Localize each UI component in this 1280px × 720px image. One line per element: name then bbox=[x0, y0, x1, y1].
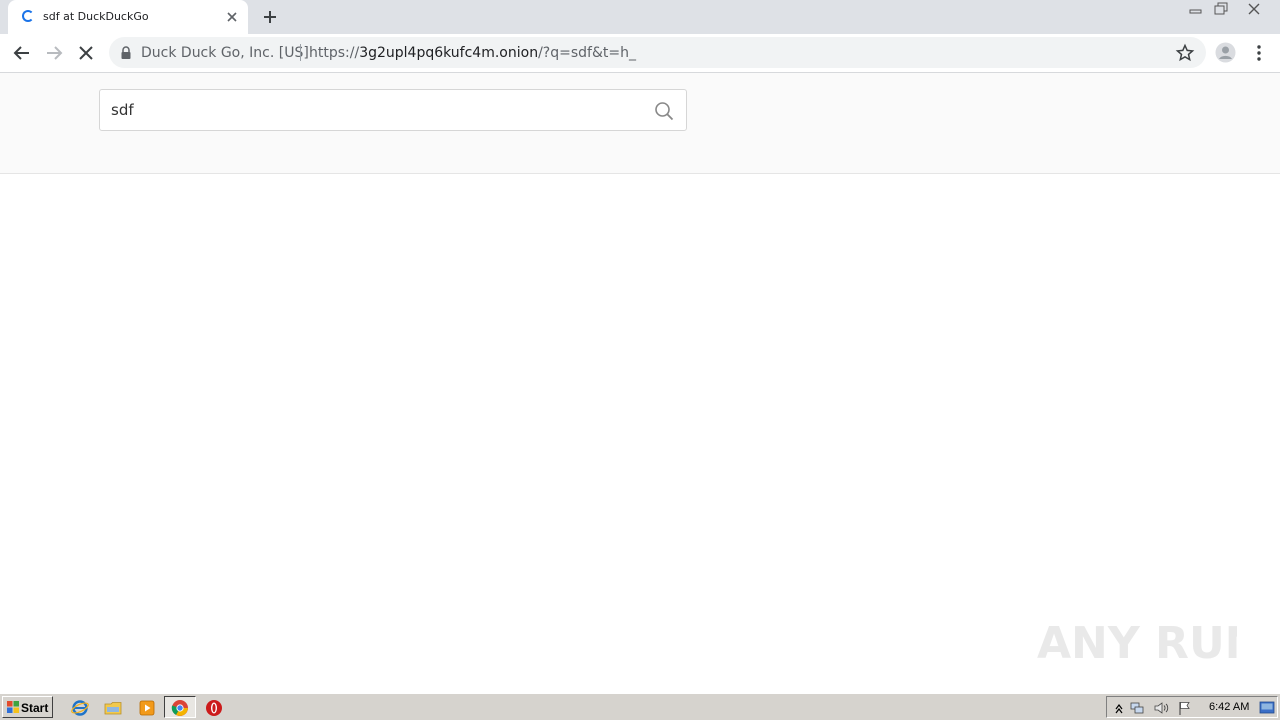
browser-toolbar: Duck Duck Go, Inc. [US] https://3g2upl4p… bbox=[0, 34, 1280, 73]
chrome-icon[interactable] bbox=[171, 699, 189, 717]
loading-spinner-icon bbox=[22, 10, 34, 22]
windows-taskbar: Start 6:42 AM bbox=[0, 693, 1280, 720]
close-tab-icon[interactable] bbox=[223, 8, 241, 26]
search-form[interactable] bbox=[99, 89, 687, 131]
bookmark-star-icon[interactable] bbox=[1175, 43, 1195, 63]
windows-flag-icon bbox=[7, 701, 19, 713]
forward-arrow-icon[interactable] bbox=[43, 42, 65, 64]
site-identity[interactable]: Duck Duck Go, Inc. [US] bbox=[141, 45, 309, 61]
show-hidden-icons-icon[interactable] bbox=[1111, 700, 1127, 716]
minimize-icon[interactable] bbox=[1184, 1, 1208, 17]
url-text[interactable]: https://3g2upl4pq6kufc4m.onion/?q=sdf&t=… bbox=[309, 45, 636, 61]
search-input[interactable] bbox=[111, 90, 631, 130]
start-label: Start bbox=[21, 701, 49, 715]
internet-explorer-icon[interactable] bbox=[71, 699, 89, 717]
new-tab-icon[interactable] bbox=[259, 7, 281, 27]
tab-strip: sdf at DuckDuckGo bbox=[0, 0, 1280, 34]
tab-title: sdf at DuckDuckGo bbox=[43, 10, 149, 23]
start-button[interactable]: Start bbox=[2, 696, 53, 718]
url-separator bbox=[300, 44, 301, 61]
browser-tab[interactable]: sdf at DuckDuckGo bbox=[8, 0, 248, 34]
kebab-menu-icon[interactable] bbox=[1249, 42, 1269, 64]
search-icon[interactable] bbox=[654, 101, 674, 121]
back-arrow-icon[interactable] bbox=[11, 42, 33, 64]
url-path: /?q=sdf&t=h_ bbox=[538, 45, 636, 61]
action-center-flag-icon[interactable] bbox=[1177, 700, 1193, 716]
restore-icon[interactable] bbox=[1209, 1, 1233, 17]
address-bar[interactable]: Duck Duck Go, Inc. [US] https://3g2upl4p… bbox=[109, 37, 1206, 68]
watermark-text: ANY RUN bbox=[1037, 618, 1237, 669]
url-host: 3g2upl4pq6kufc4m.onion bbox=[359, 45, 539, 61]
media-player-icon[interactable] bbox=[138, 699, 156, 717]
show-desktop-icon[interactable] bbox=[1259, 700, 1275, 716]
profile-avatar-icon[interactable] bbox=[1215, 42, 1236, 63]
system-tray: 6:42 AM bbox=[1106, 696, 1278, 718]
window-close-icon[interactable] bbox=[1236, 1, 1272, 17]
stop-loading-icon[interactable] bbox=[75, 42, 97, 64]
network-icon[interactable] bbox=[1129, 700, 1145, 716]
lock-icon[interactable] bbox=[120, 46, 132, 59]
volume-icon[interactable] bbox=[1153, 700, 1169, 716]
anyrun-watermark-logo: ANY RUN bbox=[1037, 618, 1237, 669]
system-clock[interactable]: 6:42 AM bbox=[1209, 701, 1249, 713]
search-header bbox=[0, 73, 1280, 174]
url-scheme: https:// bbox=[309, 45, 360, 61]
opera-icon[interactable] bbox=[205, 699, 223, 717]
file-explorer-icon[interactable] bbox=[104, 699, 122, 717]
